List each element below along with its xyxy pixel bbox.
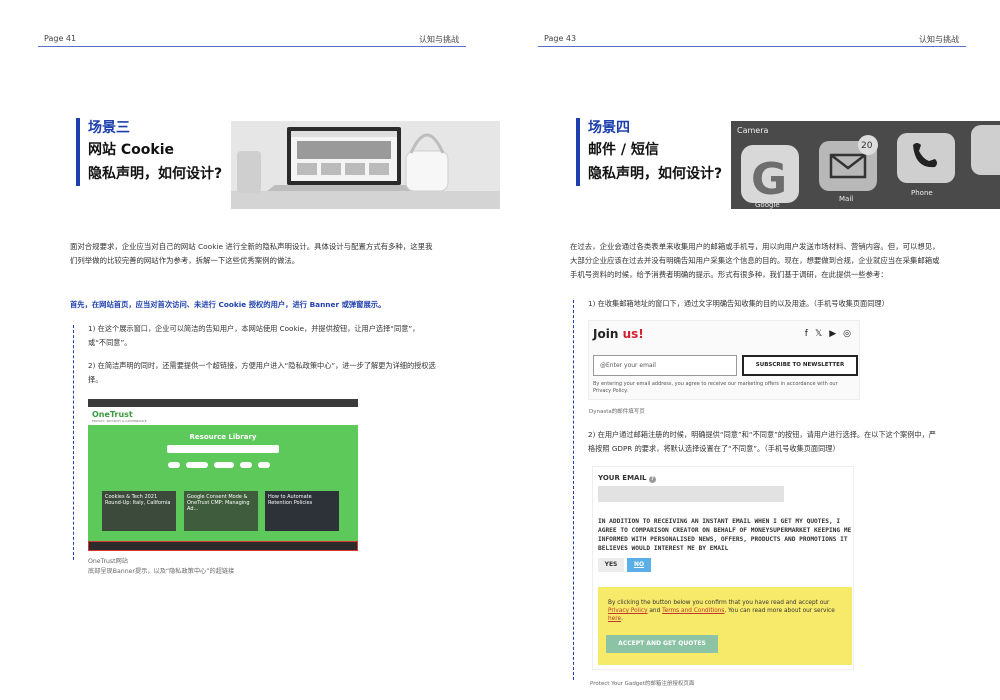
phone-apps-photo: G Camera 20 Google Mail Phone bbox=[731, 121, 1000, 209]
filter-pill bbox=[214, 462, 234, 468]
newsletter-signup-screenshot: Join us! f 𝕏 ▶ ◎ @Enter your email SUBSC… bbox=[588, 320, 860, 400]
subscribe-button: SUBSCRIBE TO NEWSLETTER bbox=[742, 355, 858, 376]
side-divider bbox=[73, 325, 74, 560]
resource-card: How to Automate Retention Policies bbox=[265, 491, 339, 531]
twitter-icon: 𝕏 bbox=[814, 329, 823, 339]
facebook-icon: f bbox=[804, 329, 808, 339]
onetrust-search bbox=[167, 445, 279, 453]
list-item: 2) 在用户通过邮箱注册的时候，明确提供“同意”和“不同意”的按钮，请用户进行选… bbox=[588, 430, 936, 453]
list-item: 2) 在简洁声明的同时，还需要提供一个超链接，方便用户进入“隐私政策中心”，进一… bbox=[88, 361, 436, 384]
image-caption: OneTrust网站 bbox=[88, 558, 128, 565]
terms-link: Terms and Conditions bbox=[662, 608, 725, 614]
phone-label: Phone bbox=[911, 189, 933, 197]
instagram-icon: ◎ bbox=[843, 329, 851, 339]
disclaimer-text: By entering your email address, you agre… bbox=[593, 381, 838, 394]
title-line: 网站 Cookie bbox=[88, 142, 174, 158]
email-label: YOUR EMAIL ? bbox=[598, 474, 656, 483]
list-item: 1) 在这个展示窗口，企业可以简洁的告知用户，本网站使用 Cookie，并提供按… bbox=[88, 324, 420, 347]
filter-pill bbox=[240, 462, 252, 468]
onetrust-filters bbox=[168, 462, 270, 468]
svg-text:G: G bbox=[751, 154, 787, 205]
camera-label: Camera bbox=[737, 126, 768, 135]
gdpr-consent-screenshot: YOUR EMAIL ? IN ADDITION TO RECEIVING AN… bbox=[592, 466, 854, 670]
privacy-policy-link: Privacy Policy bbox=[608, 608, 648, 614]
title-line: 隐私声明，如何设计? bbox=[88, 166, 223, 182]
title-line: 隐私声明，如何设计? bbox=[588, 166, 723, 182]
page-number: Page 43 bbox=[544, 34, 577, 43]
email-input: @Enter your email bbox=[593, 355, 737, 376]
filter-pill bbox=[168, 462, 180, 468]
join-title: Join us! bbox=[593, 327, 644, 341]
side-divider bbox=[573, 300, 574, 680]
here-link: here bbox=[608, 616, 622, 622]
image-caption: Protect Your Gadget的邮箱注册授权页面 bbox=[590, 681, 695, 687]
header-title: 认知与挑战 bbox=[419, 35, 459, 44]
filter-pill bbox=[186, 462, 208, 468]
yes-button: YES bbox=[598, 558, 624, 572]
email-label-text: YOUR EMAIL bbox=[598, 474, 647, 482]
email-field bbox=[598, 486, 784, 502]
consent-text-a: By clicking the button below you confirm… bbox=[608, 600, 830, 606]
image-caption: 底部呈现Banner提示，以及“隐私政策中心”的超链接 bbox=[88, 568, 235, 575]
consent-text-b: . You can read more about our service bbox=[724, 608, 835, 614]
header-title: 认知与挑战 bbox=[919, 35, 959, 44]
page-number: Page 41 bbox=[44, 34, 77, 43]
filter-pill bbox=[258, 462, 270, 468]
google-label: Google bbox=[755, 201, 780, 209]
consent-box: By clicking the button below you confirm… bbox=[598, 587, 852, 665]
resource-card: Cookies & Tech 2021 Round-Up: Italy, Cal… bbox=[102, 491, 176, 531]
onetrust-logo: OneTrust bbox=[92, 410, 133, 419]
accept-quotes-button: ACCEPT AND GET QUOTES bbox=[606, 635, 718, 653]
resource-card: Google Consent Mode & OneTrust CMP: Mana… bbox=[184, 491, 258, 531]
left-page: Page 41 认知与挑战 场景三 网站 Cookie 隐私声明，如何设计? 面… bbox=[0, 0, 500, 700]
section-title: 场景四 邮件 / 短信 隐私声明，如何设计? bbox=[576, 118, 731, 186]
highlight-text: 首先，在网站首页，应当对首次访问、未进行 Cookie 授权的用户，进行 Ban… bbox=[70, 300, 386, 309]
image-caption: Dynasta的邮件填写页 bbox=[589, 409, 645, 415]
list-item: 1) 在收集邮箱地址的窗口下，通过文字明确告知收集的目的以及用途。（手机号收集页… bbox=[588, 299, 889, 308]
join-title-a: Join bbox=[593, 327, 619, 341]
onetrust-logo-sub: PRIVACY, SECURITY & GOVERNANCE bbox=[92, 419, 147, 423]
youtube-icon: ▶ bbox=[829, 329, 837, 339]
scene-label: 场景四 bbox=[588, 120, 630, 136]
info-icon: ? bbox=[648, 476, 656, 483]
join-title-b: us! bbox=[622, 327, 644, 341]
title-line: 邮件 / 短信 bbox=[588, 142, 659, 158]
no-button: NO bbox=[627, 558, 651, 572]
mail-label: Mail bbox=[839, 195, 853, 203]
laptop-photo bbox=[231, 121, 500, 209]
consent-text: By clicking the button below you confirm… bbox=[608, 600, 835, 622]
consent-text-and: and bbox=[649, 608, 661, 614]
consent-statement: IN ADDITION TO RECEIVING AN INSTANT EMAI… bbox=[598, 518, 852, 552]
mail-badge: 20 bbox=[861, 141, 873, 151]
section-title: 场景三 网站 Cookie 隐私声明，如何设计? bbox=[76, 118, 231, 186]
social-icons: f 𝕏 ▶ ◎ bbox=[805, 329, 851, 339]
cookie-banner bbox=[88, 541, 358, 551]
header-divider bbox=[38, 46, 466, 47]
onetrust-title: Resource Library bbox=[189, 433, 257, 441]
scene-label: 场景三 bbox=[88, 120, 130, 136]
intro-paragraph: 在过去，企业会通过各类表单来收集用户的邮箱或手机号，用以向用户发送市场材料、营销… bbox=[570, 242, 940, 279]
header-divider bbox=[538, 46, 966, 47]
onetrust-topbar bbox=[88, 399, 358, 407]
intro-paragraph: 面对合规要求，企业应当对自己的网站 Cookie 进行全新的隐私声明设计。具体设… bbox=[70, 242, 433, 265]
onetrust-nav: OneTrust PRIVACY, SECURITY & GOVERNANCE bbox=[88, 407, 358, 425]
onetrust-screenshot: OneTrust PRIVACY, SECURITY & GOVERNANCE … bbox=[88, 399, 358, 551]
